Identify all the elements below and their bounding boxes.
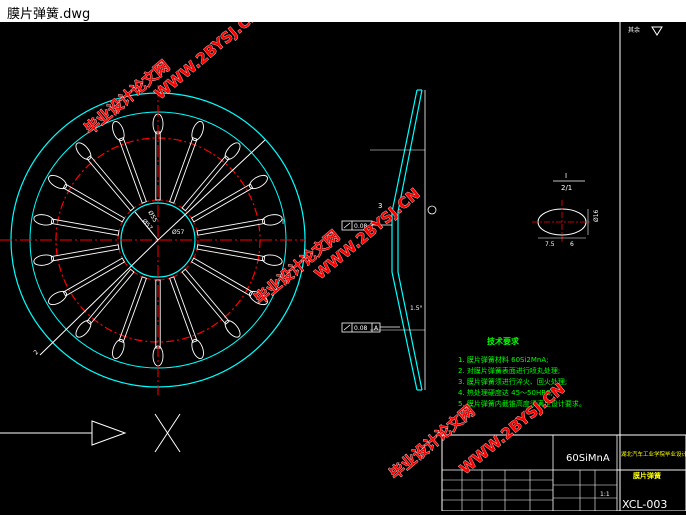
finger-slot: [190, 183, 254, 223]
finger-slot: [118, 276, 147, 343]
window-titlebar: 膜片弹簧.dwg: [0, 0, 686, 23]
detail-dim-w2: 6: [570, 241, 574, 248]
finger-slot: [190, 257, 254, 297]
finger-oval-hole: [261, 254, 283, 266]
title-part-name: 膜片弹簧: [632, 471, 661, 480]
roughness-note: 其余: [628, 26, 640, 34]
tolerance-datum: A: [374, 325, 379, 332]
finger-oval-hole: [33, 254, 55, 266]
dim-angle: 2: [32, 349, 40, 357]
tech-item-1: 1. 膜片弹簧材料 60Si2MnA;: [458, 355, 549, 364]
parallelism-icon: [343, 222, 351, 229]
finger-oval-hole: [191, 339, 204, 360]
finger-oval-hole: [33, 214, 55, 226]
finger-slot: [196, 244, 266, 262]
arrow-icon: [91, 420, 127, 446]
finger-oval-hole: [224, 320, 241, 338]
cad-drawing: 其余 Ø57 Ø57 Ø55 2 I 3 1.5° 0.08 0.08 A I …: [0, 4, 686, 512]
finger-slot: [118, 137, 147, 204]
finger-oval-hole: [75, 142, 92, 160]
angularity-icon: [343, 324, 351, 331]
watermarks: 毕业设计论文网 WWW.2BYSJ.CN 毕业设计论文网 WWW.2BYSJ.C…: [81, 4, 569, 483]
finger-slot: [50, 218, 120, 236]
title-drawing-no: XCL-003: [622, 498, 667, 511]
finger-slot: [50, 244, 120, 262]
watermark-url-1: WWW.2BYSJ.CN: [151, 22, 263, 103]
finger-slot: [86, 268, 135, 325]
roughness-symbol-icon: [651, 26, 663, 36]
finger-slot: [196, 218, 266, 236]
datum-a-icon: [427, 205, 437, 215]
window-title: 膜片弹簧.dwg: [7, 7, 91, 22]
finger-oval-hole: [112, 120, 125, 141]
finger-slot: [62, 183, 126, 223]
tech-heading: 技术要求: [487, 336, 520, 346]
detail-view-i: I 2/1 Ø16 7.5 6: [532, 172, 600, 248]
section-mark: I: [282, 218, 284, 226]
detail-dim-w1: 7.5: [545, 241, 555, 248]
cad-drawing-canvas[interactable]: 其余 Ø57 Ø57 Ø55 2 I 3 1.5° 0.08 0.08 A I …: [0, 4, 686, 512]
finger-oval-hole: [75, 320, 92, 338]
finger-oval-hole: [224, 142, 241, 160]
finger-oval-hole: [248, 174, 268, 190]
finger-slot: [62, 257, 126, 297]
dim-chamfer: 1.5°: [410, 305, 423, 312]
leader-line-2: [39, 239, 159, 356]
tech-item-5: 5. 膜片弹簧内截锥高度须满足设计要求。: [458, 399, 586, 408]
detail-label: I: [565, 172, 567, 180]
projection-symbol: [0, 413, 181, 453]
dim-d1: Ø57: [172, 229, 185, 236]
finger-oval-hole: [261, 214, 283, 226]
finger-slot: [181, 268, 230, 325]
tolerance-value-2: 0.08: [354, 325, 368, 332]
finger-slot: [86, 155, 135, 212]
detail-dim-height: Ø16: [593, 209, 600, 222]
finger-slot: [169, 137, 198, 204]
tech-item-2: 2. 对膜片弹簧表面进行喷丸处理;: [458, 366, 560, 375]
finger-oval-hole: [48, 174, 68, 190]
title-material: 60SiMnA: [566, 453, 610, 464]
finger-oval-hole: [191, 120, 204, 141]
front-view: Ø57 Ø57 Ø55 2 I: [0, 85, 306, 395]
technical-requirements: 技术要求 1. 膜片弹簧材料 60Si2MnA; 2. 对膜片弹簧表面进行喷丸处…: [458, 336, 586, 408]
finger-slot: [181, 155, 230, 212]
title-scale: 1:1: [600, 491, 610, 498]
section-outline-right: [397, 89, 423, 391]
title-school: 湖北汽车工业学院毕业设计: [621, 450, 686, 458]
finger-oval-hole: [112, 339, 125, 360]
detail-scale: 2/1: [561, 184, 572, 192]
finger-slot: [169, 276, 198, 343]
